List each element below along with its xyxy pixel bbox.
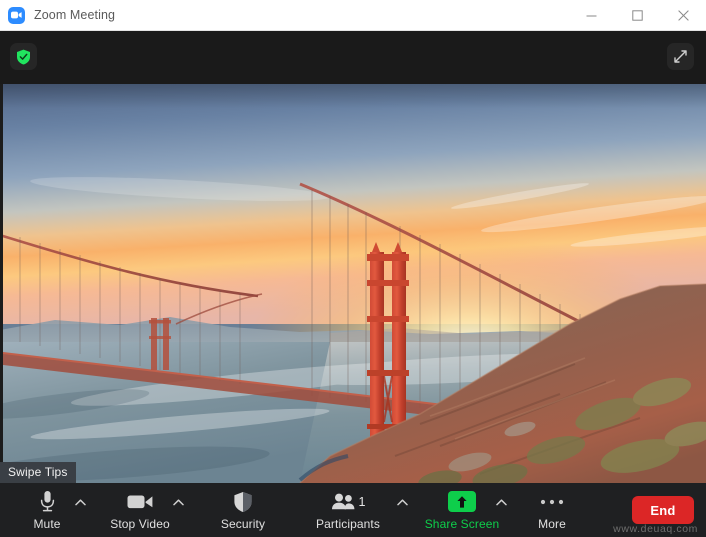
shield-check-icon[interactable] <box>10 43 37 70</box>
end-meeting-button[interactable]: End <box>632 496 694 524</box>
site-watermark: www.deuaq.com <box>613 523 698 535</box>
video-options-chevron-up-icon[interactable] <box>171 495 185 509</box>
video-stage[interactable]: Swipe Tips <box>0 84 706 483</box>
zoom-meeting-window: Zoom Meeting Swipe Tips Mute Stop Video … <box>0 0 706 537</box>
stage-left-border <box>0 84 3 483</box>
expand-fullscreen-icon[interactable] <box>667 43 694 70</box>
security-button[interactable]: Security <box>206 489 280 531</box>
meeting-toolbar: Mute Stop Video Security 1 Participants … <box>0 483 706 537</box>
microphone-icon <box>39 489 56 514</box>
share-icon-wrap <box>448 489 476 514</box>
window-title: Zoom Meeting <box>34 8 116 22</box>
share-screen-button[interactable]: Share Screen <box>424 489 500 531</box>
share-options-chevron-up-icon[interactable] <box>494 495 508 509</box>
share-screen-label: Share Screen <box>424 517 500 531</box>
stop-video-button[interactable]: Stop Video <box>103 489 177 531</box>
participants-button[interactable]: 1 Participants <box>311 489 385 531</box>
video-camera-icon <box>127 489 153 514</box>
participants-count: 1 <box>358 494 366 509</box>
people-icon: 1 <box>331 493 366 510</box>
titlebar-left: Zoom Meeting <box>0 0 568 30</box>
swipe-tips-tooltip: Swipe Tips <box>0 462 76 483</box>
mute-options-chevron-up-icon[interactable] <box>73 495 87 509</box>
meeting-header <box>0 31 706 84</box>
shield-icon <box>233 489 253 514</box>
close-icon[interactable] <box>660 0 706 31</box>
stop-video-label: Stop Video <box>110 517 170 531</box>
security-label: Security <box>220 517 266 531</box>
golden-gate-bridge-video-feed <box>0 84 706 483</box>
maximize-icon[interactable] <box>614 0 660 31</box>
zoom-video-icon <box>8 6 25 24</box>
window-controls <box>568 0 706 30</box>
ellipsis-icon <box>540 489 564 514</box>
participants-icon-group: 1 <box>331 489 366 514</box>
more-button[interactable]: More <box>515 489 589 531</box>
minimize-icon[interactable] <box>568 0 614 31</box>
participants-label: Participants <box>316 517 380 531</box>
participants-options-chevron-up-icon[interactable] <box>395 495 409 509</box>
titlebar: Zoom Meeting <box>0 0 706 31</box>
more-label: More <box>538 517 566 531</box>
mute-label: Mute <box>33 517 61 531</box>
share-arrow-up-icon <box>448 491 476 512</box>
